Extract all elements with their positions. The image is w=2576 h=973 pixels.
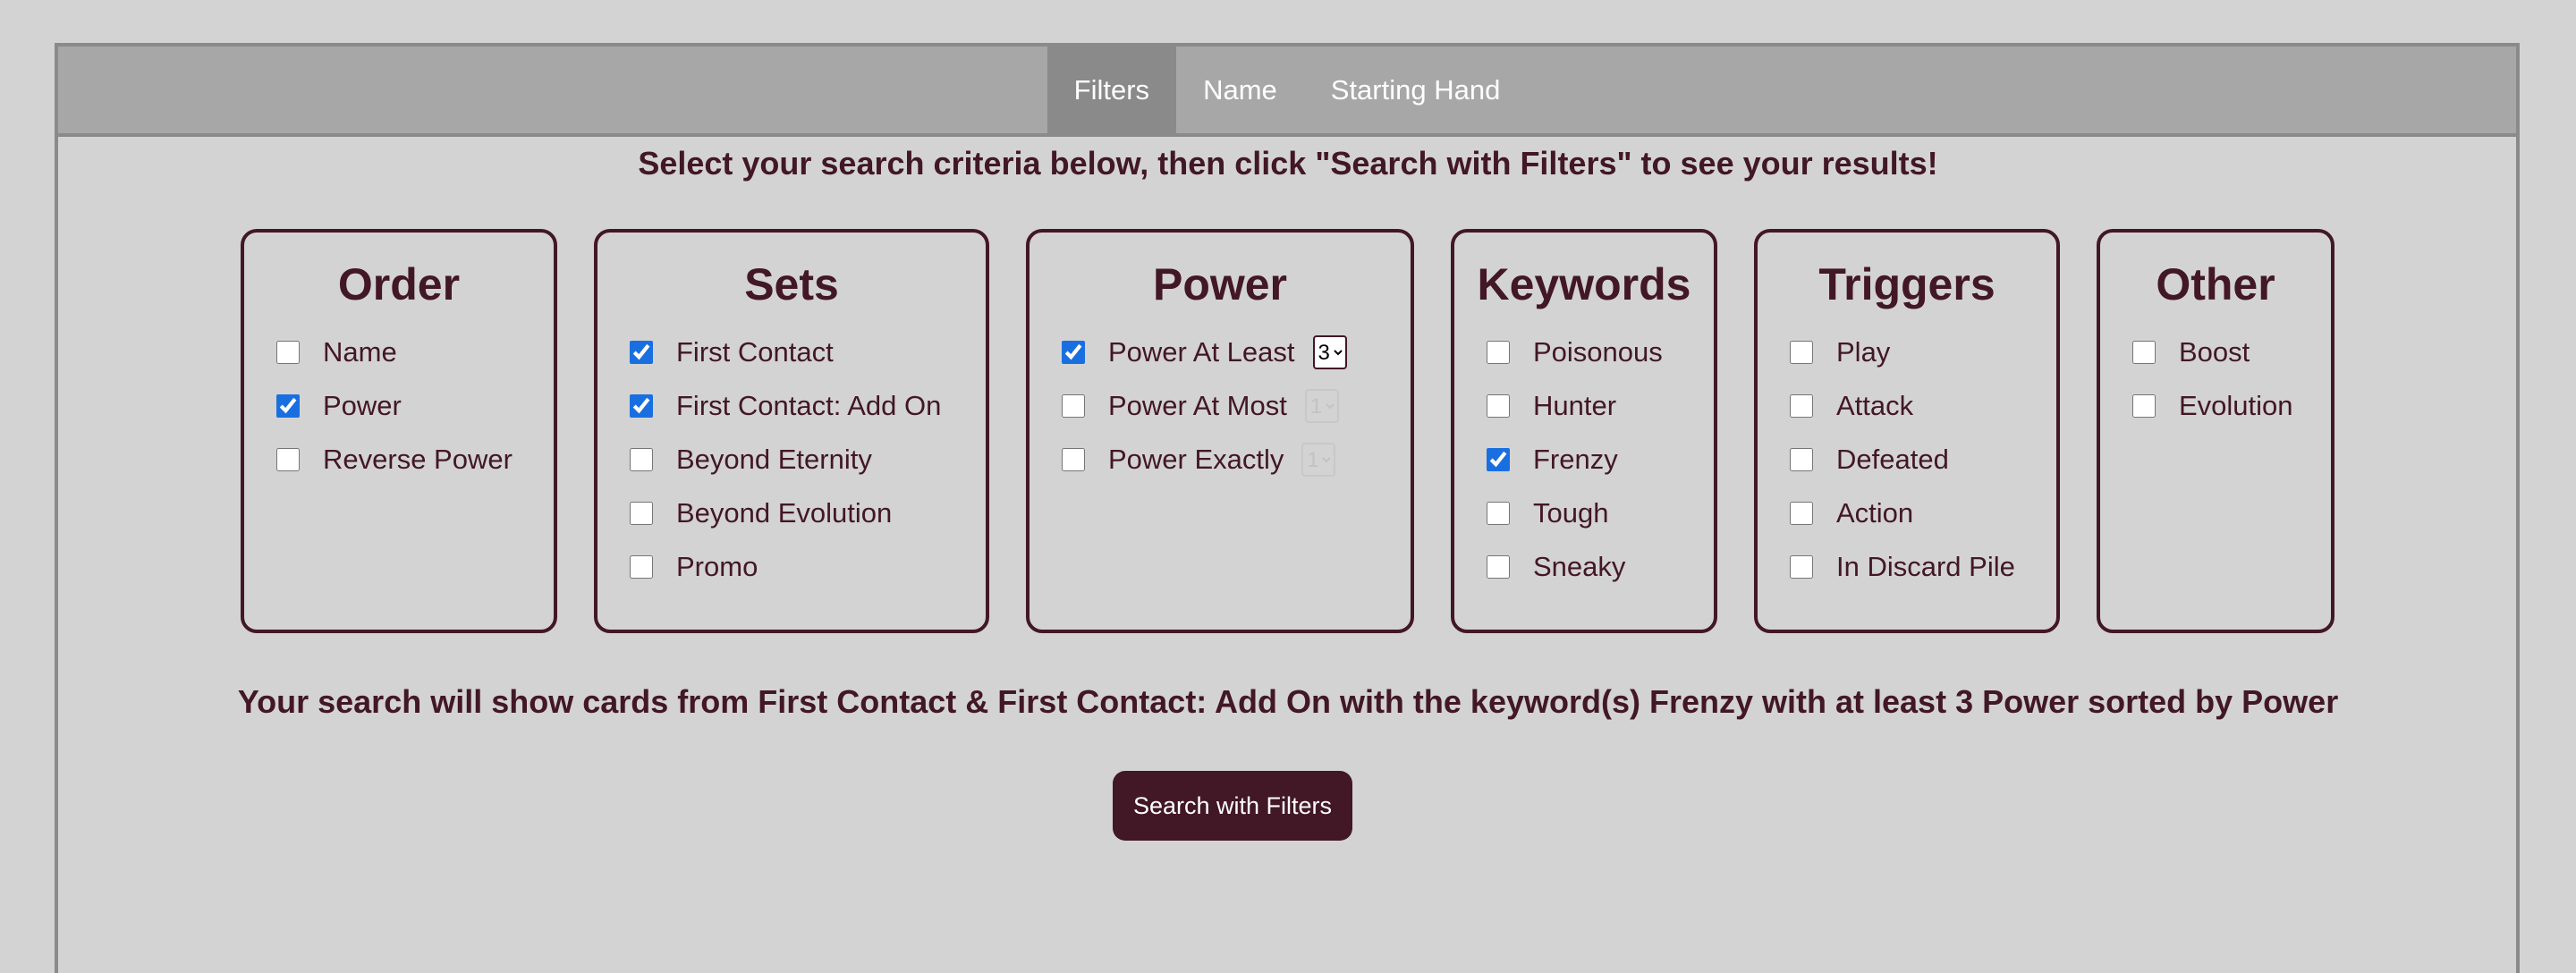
keywords-poisonous-checkbox[interactable] (1487, 341, 1510, 364)
sets-first-contact-label: First Contact (676, 336, 834, 368)
power-option-at-most[interactable]: Power At Most 1 (1030, 379, 1411, 433)
keywords-frenzy-checkbox[interactable] (1487, 448, 1510, 471)
power-at-least-select[interactable]: 3 (1312, 335, 1347, 369)
power-option-at-least[interactable]: Power At Least 3 (1030, 326, 1411, 379)
search-summary: Your search will show cards from First C… (237, 683, 2339, 720)
sets-option-promo[interactable]: Promo (597, 540, 986, 594)
instructions-text: Select your search criteria below, then … (638, 145, 1938, 182)
triggers-option-in-discard-pile[interactable]: In Discard Pile (1758, 540, 2056, 594)
power-option-exactly[interactable]: Power Exactly 1 (1030, 433, 1411, 486)
order-reverse-power-label: Reverse Power (323, 444, 513, 475)
other-boost-label: Boost (2179, 336, 2250, 368)
keywords-option-hunter[interactable]: Hunter (1454, 379, 1714, 433)
order-name-checkbox[interactable] (276, 341, 300, 364)
keywords-tough-checkbox[interactable] (1487, 502, 1510, 525)
other-option-evolution[interactable]: Evolution (2100, 379, 2331, 433)
keywords-sneaky-label: Sneaky (1533, 551, 1626, 582)
power-exactly-select[interactable]: 1 (1301, 443, 1336, 477)
power-panel: Power Power At Least 3 Power At Most 1 P… (1026, 229, 1414, 633)
power-at-least-checkbox[interactable] (1062, 341, 1085, 364)
power-at-most-select[interactable]: 1 (1304, 389, 1339, 423)
sets-option-first-contact[interactable]: First Contact (597, 326, 986, 379)
sets-title: Sets (744, 259, 839, 309)
other-option-boost[interactable]: Boost (2100, 326, 2331, 379)
sets-panel: Sets First Contact First Contact: Add On… (594, 229, 989, 633)
order-option-power[interactable]: Power (244, 379, 554, 433)
keywords-hunter-label: Hunter (1533, 390, 1617, 421)
order-power-label: Power (323, 390, 402, 421)
search-with-filters-button[interactable]: Search with Filters (1113, 771, 1352, 841)
power-title: Power (1152, 259, 1288, 309)
sets-beyond-eternity-checkbox[interactable] (630, 448, 653, 471)
keywords-option-tough[interactable]: Tough (1454, 486, 1714, 540)
keywords-option-sneaky[interactable]: Sneaky (1454, 540, 1714, 594)
triggers-play-label: Play (1836, 336, 1891, 368)
sets-option-first-contact-add-on[interactable]: First Contact: Add On (597, 379, 986, 433)
other-title: Other (2156, 259, 2275, 309)
tab-name[interactable]: Name (1176, 47, 1304, 133)
keywords-title: Keywords (1477, 259, 1691, 309)
keywords-option-poisonous[interactable]: Poisonous (1454, 326, 1714, 379)
keywords-panel: Keywords Poisonous Hunter Frenzy Tough S… (1451, 229, 1717, 633)
keywords-hunter-checkbox[interactable] (1487, 394, 1510, 418)
triggers-action-label: Action (1836, 497, 1914, 529)
order-option-reverse-power[interactable]: Reverse Power (244, 433, 554, 486)
order-title: Order (337, 259, 461, 309)
tab-bar: Filters Name Starting Hand (58, 47, 2516, 137)
keywords-tough-label: Tough (1533, 497, 1609, 529)
keywords-sneaky-checkbox[interactable] (1487, 555, 1510, 579)
tab-filters[interactable]: Filters (1046, 47, 1177, 133)
triggers-title: Triggers (1818, 259, 1996, 309)
sets-first-contact-checkbox[interactable] (630, 341, 653, 364)
triggers-option-action[interactable]: Action (1758, 486, 2056, 540)
triggers-panel: Triggers Play Attack Defeated Action In … (1754, 229, 2060, 633)
order-reverse-power-checkbox[interactable] (276, 448, 300, 471)
triggers-play-checkbox[interactable] (1790, 341, 1813, 364)
other-panel: Other Boost Evolution (2097, 229, 2334, 633)
triggers-attack-label: Attack (1836, 390, 1914, 421)
power-exactly-label: Power Exactly (1108, 444, 1284, 475)
triggers-defeated-checkbox[interactable] (1790, 448, 1813, 471)
triggers-attack-checkbox[interactable] (1790, 394, 1813, 418)
order-option-name[interactable]: Name (244, 326, 554, 379)
tab-starting-hand[interactable]: Starting Hand (1304, 47, 1528, 133)
keywords-option-frenzy[interactable]: Frenzy (1454, 433, 1714, 486)
sets-first-contact-add-on-checkbox[interactable] (630, 394, 653, 418)
power-at-least-label: Power At Least (1108, 336, 1295, 368)
order-power-checkbox[interactable] (276, 394, 300, 418)
sets-beyond-evolution-label: Beyond Evolution (676, 497, 893, 529)
triggers-option-attack[interactable]: Attack (1758, 379, 2056, 433)
power-at-most-label: Power At Most (1108, 390, 1287, 421)
order-name-label: Name (323, 336, 397, 368)
triggers-option-play[interactable]: Play (1758, 326, 2056, 379)
other-evolution-label: Evolution (2179, 390, 2293, 421)
triggers-in-discard-pile-label: In Discard Pile (1836, 551, 2015, 582)
other-evolution-checkbox[interactable] (2132, 394, 2156, 418)
order-panel: Order Name Power Reverse Power (241, 229, 557, 633)
keywords-frenzy-label: Frenzy (1533, 444, 1618, 475)
keywords-poisonous-label: Poisonous (1533, 336, 1663, 368)
sets-option-beyond-evolution[interactable]: Beyond Evolution (597, 486, 986, 540)
sets-beyond-evolution-checkbox[interactable] (630, 502, 653, 525)
triggers-action-checkbox[interactable] (1790, 502, 1813, 525)
other-boost-checkbox[interactable] (2132, 341, 2156, 364)
triggers-option-defeated[interactable]: Defeated (1758, 433, 2056, 486)
triggers-defeated-label: Defeated (1836, 444, 1949, 475)
sets-option-beyond-eternity[interactable]: Beyond Eternity (597, 433, 986, 486)
sets-first-contact-add-on-label: First Contact: Add On (676, 390, 942, 421)
power-at-most-checkbox[interactable] (1062, 394, 1085, 418)
sets-promo-label: Promo (676, 551, 758, 582)
triggers-in-discard-pile-checkbox[interactable] (1790, 555, 1813, 579)
sets-promo-checkbox[interactable] (630, 555, 653, 579)
power-exactly-checkbox[interactable] (1062, 448, 1085, 471)
sets-beyond-eternity-label: Beyond Eternity (676, 444, 872, 475)
